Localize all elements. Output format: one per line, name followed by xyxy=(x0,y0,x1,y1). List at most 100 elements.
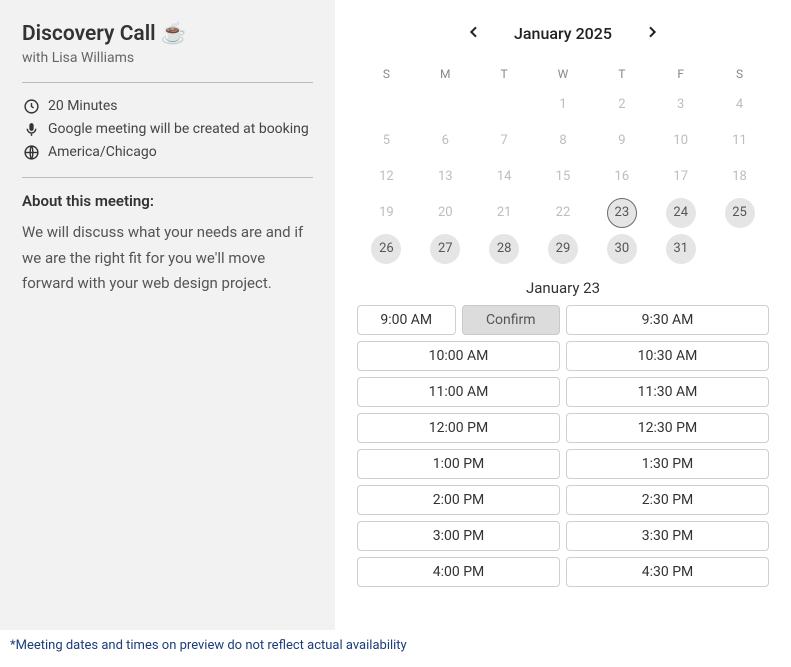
time-slot-button[interactable]: 3:00 PM xyxy=(357,521,560,551)
calendar-day-initial: T xyxy=(475,57,534,87)
mic-icon xyxy=(22,120,40,138)
divider xyxy=(22,177,313,178)
calendar-cell: 23 xyxy=(592,195,651,231)
event-host: with Lisa Williams xyxy=(22,50,313,66)
time-slot-button[interactable]: 11:00 AM xyxy=(357,377,560,407)
provider-row: Google meeting will be created at bookin… xyxy=(22,120,313,138)
calendar-day-available[interactable]: 24 xyxy=(666,198,696,228)
time-slot-button[interactable]: 12:00 PM xyxy=(357,413,560,443)
calendar-day-disabled: 21 xyxy=(489,198,519,228)
time-slot-button[interactable]: 2:00 PM xyxy=(357,485,560,515)
calendar-day-available[interactable]: 28 xyxy=(489,234,519,264)
calendar-day-disabled: 16 xyxy=(607,162,637,192)
calendar-cell: 11 xyxy=(710,123,769,159)
timezone-row: America/Chicago xyxy=(22,143,313,161)
calendar-day-disabled: 22 xyxy=(548,198,578,228)
calendar-day-disabled: 3 xyxy=(666,90,696,120)
time-slot-button[interactable]: 9:00 AM xyxy=(357,305,456,335)
time-slot-button[interactable]: 2:30 PM xyxy=(566,485,769,515)
calendar-day-disabled: 19 xyxy=(371,198,401,228)
calendar-cell: 30 xyxy=(592,231,651,267)
event-sidebar: Discovery Call ☕ with Lisa Williams 20 M… xyxy=(0,0,335,630)
calendar-cell xyxy=(357,87,416,123)
calendar-day-disabled: 5 xyxy=(371,126,401,156)
calendar-cell: 15 xyxy=(534,159,593,195)
confirm-button[interactable]: Confirm xyxy=(462,305,561,335)
calendar-day-disabled: 9 xyxy=(607,126,637,156)
calendar-day-disabled: 1 xyxy=(548,90,578,120)
time-slot-button[interactable]: 3:30 PM xyxy=(566,521,769,551)
time-slot-button[interactable]: 4:00 PM xyxy=(357,557,560,587)
calendar-cell: 1 xyxy=(534,87,593,123)
calendar-day-available[interactable]: 26 xyxy=(371,234,401,264)
calendar-week-row: 26 27 28 29 30 31 xyxy=(357,231,769,267)
calendar-cell: 6 xyxy=(416,123,475,159)
calendar-day-available[interactable]: 30 xyxy=(607,234,637,264)
calendar-day-initial: F xyxy=(651,57,710,87)
host-prefix: with xyxy=(22,50,52,66)
duration-row: 20 Minutes xyxy=(22,97,313,115)
calendar-day-disabled: 4 xyxy=(725,90,755,120)
time-slot-button[interactable]: 1:00 PM xyxy=(357,449,560,479)
calendar-cell: 4 xyxy=(710,87,769,123)
calendar-cell: 9 xyxy=(592,123,651,159)
calendar-cell: 19 xyxy=(357,195,416,231)
calendar-day-available[interactable]: 23 xyxy=(607,198,637,228)
calendar-cell: 5 xyxy=(357,123,416,159)
calendar-cell: 17 xyxy=(651,159,710,195)
calendar-header-row: SMTWTFS xyxy=(357,57,769,87)
selected-date-label: January 23 xyxy=(357,279,769,297)
calendar-week-row: 19 20 21 22 23 24 25 xyxy=(357,195,769,231)
calendar-cell: 3 xyxy=(651,87,710,123)
time-slot-button[interactable]: 11:30 AM xyxy=(566,377,769,407)
calendar-day-disabled: 7 xyxy=(489,126,519,156)
next-month-button[interactable] xyxy=(640,20,664,47)
calendar-day-initial: M xyxy=(416,57,475,87)
calendar-week-row: 1234 xyxy=(357,87,769,123)
calendar-cell: 27 xyxy=(416,231,475,267)
calendar-grid: SMTWTFS 12345678910111213141516171819202… xyxy=(357,57,769,267)
calendar-day-disabled: 10 xyxy=(666,126,696,156)
calendar-cell: 22 xyxy=(534,195,593,231)
calendar-cell xyxy=(475,87,534,123)
calendar-day-initial: S xyxy=(357,57,416,87)
calendar-cell: 10 xyxy=(651,123,710,159)
time-slot-button[interactable]: 10:30 AM xyxy=(566,341,769,371)
time-slot-button[interactable]: 1:30 PM xyxy=(566,449,769,479)
provider-text: Google meeting will be created at bookin… xyxy=(48,121,309,137)
time-slot-button[interactable]: 9:30 AM xyxy=(566,305,769,335)
calendar-week-row: 56789 10 11 xyxy=(357,123,769,159)
prev-month-button[interactable] xyxy=(462,20,486,47)
month-label: January 2025 xyxy=(514,24,612,43)
calendar-day-initial: S xyxy=(710,57,769,87)
month-nav: January 2025 xyxy=(357,20,769,47)
calendar-cell: 26 xyxy=(357,231,416,267)
calendar-cell: 8 xyxy=(534,123,593,159)
calendar-day-available[interactable]: 31 xyxy=(666,234,696,264)
calendar-cell: 28 xyxy=(475,231,534,267)
calendar-cell: 14 xyxy=(475,159,534,195)
chevron-left-icon xyxy=(466,24,482,43)
calendar-cell: 16 xyxy=(592,159,651,195)
calendar-cell: 18 xyxy=(710,159,769,195)
calendar-day-disabled: 6 xyxy=(430,126,460,156)
calendar-day-disabled: 20 xyxy=(430,198,460,228)
time-slot-button[interactable]: 12:30 PM xyxy=(566,413,769,443)
calendar-day-disabled: 12 xyxy=(371,162,401,192)
calendar-day-initial: W xyxy=(534,57,593,87)
calendar-day-available[interactable]: 29 xyxy=(548,234,578,264)
preview-note: *Meeting dates and times on preview do n… xyxy=(0,630,791,661)
booking-main: January 2025 SMTWTFS 1234567891011121314… xyxy=(335,0,791,630)
calendar-cell: 7 xyxy=(475,123,534,159)
calendar-cell xyxy=(710,231,769,267)
time-slot-button[interactable]: 10:00 AM xyxy=(357,341,560,371)
calendar-cell: 21 xyxy=(475,195,534,231)
time-slot-grid: 9:00 AMConfirm9:30 AM10:00 AM10:30 AM11:… xyxy=(357,305,769,587)
time-slot-button[interactable]: 4:30 PM xyxy=(566,557,769,587)
calendar-day-available[interactable]: 27 xyxy=(430,234,460,264)
calendar-day-disabled: 15 xyxy=(548,162,578,192)
calendar-cell: 12 xyxy=(357,159,416,195)
calendar-week-row: 12131415161718 xyxy=(357,159,769,195)
calendar-day-disabled: 11 xyxy=(725,126,755,156)
calendar-day-available[interactable]: 25 xyxy=(725,198,755,228)
